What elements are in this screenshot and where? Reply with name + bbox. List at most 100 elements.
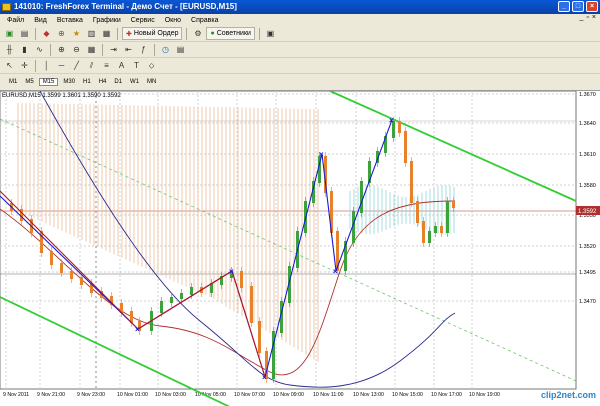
menu-tools[interactable]: Сервис — [126, 17, 160, 24]
autoscroll-icon[interactable]: ⇥ — [107, 43, 120, 56]
price-tick-label: 1.3580 — [579, 183, 596, 189]
line-chart-icon[interactable]: ∿ — [33, 43, 46, 56]
candle-body — [180, 293, 183, 299]
channel-icon[interactable]: ⫽ — [85, 59, 98, 72]
chart-shift-icon[interactable]: ⇤ — [122, 43, 135, 56]
time-tick-label: 10 Nov 03:00 — [155, 392, 186, 398]
chart-grid — [0, 90, 577, 390]
minimize-button[interactable]: _ — [558, 1, 570, 12]
time-axis: 9 Nov 2011 9 Nov 21:00 9 Nov 23:00 10 Nov 0… — [3, 392, 500, 398]
zigzag-marker: × — [319, 150, 324, 159]
tf-m5[interactable]: M5 — [22, 79, 36, 85]
crosshair-icon[interactable]: ✛ — [18, 59, 31, 72]
zoom-out-icon[interactable]: ⊖ — [70, 43, 83, 56]
data-window-icon[interactable]: ⊕ — [55, 27, 68, 40]
expert-advisors-button[interactable]: ● Советники — [206, 27, 255, 40]
mdi-minimize-icon[interactable]: _ — [580, 14, 584, 21]
time-tick-label: 10 Nov 09:00 — [273, 392, 304, 398]
tester-icon[interactable]: ▦ — [100, 27, 113, 40]
new-order-icon: ✚ — [126, 30, 132, 38]
app-icon — [2, 3, 11, 11]
candle-body — [428, 231, 431, 243]
tf-m1[interactable]: M1 — [6, 79, 20, 85]
candle-body — [60, 263, 63, 273]
price-chart[interactable]: 1.36701.36401.36101.35801.35501.35201.34… — [0, 90, 600, 406]
zigzag-marker: × — [333, 267, 338, 276]
zigzag-marker: × — [135, 325, 140, 334]
menu-window[interactable]: Окно — [160, 17, 186, 24]
profiles-icon[interactable]: ▤ — [18, 27, 31, 40]
menu-insert[interactable]: Вставка — [52, 17, 88, 24]
time-tick-label: 10 Nov 11:00 — [313, 392, 344, 398]
tf-d1[interactable]: D1 — [111, 79, 125, 85]
plot-area — [0, 90, 577, 390]
market-watch-icon[interactable]: ◆ — [40, 27, 53, 40]
charts-toolbar: ╫ ▮ ∿ ⊕ ⊖ ▦ ⇥ ⇤ ƒ ◷ ▤ — [0, 42, 600, 58]
fibonacci-icon[interactable]: ≡ — [100, 59, 113, 72]
menu-file[interactable]: Файл — [2, 17, 29, 24]
menu-help[interactable]: Справка — [186, 17, 223, 24]
indicators-icon[interactable]: ƒ — [137, 43, 150, 56]
time-tick-label: 10 Nov 01:00 — [117, 392, 148, 398]
horizontal-line-icon[interactable]: ─ — [55, 59, 68, 72]
candle-body — [50, 251, 53, 265]
mdi-restore-icon[interactable]: ▫ — [586, 14, 588, 21]
price-axis: 1.36701.36401.36101.35801.35501.35201.34… — [576, 92, 600, 305]
tf-mn[interactable]: MN — [144, 79, 159, 85]
options-icon[interactable]: ▣ — [264, 27, 277, 40]
candle-body — [258, 321, 261, 353]
zoom-in-icon[interactable]: ⊕ — [55, 43, 68, 56]
menu-view[interactable]: Вид — [29, 17, 52, 24]
mdi-close-icon[interactable]: × — [592, 14, 596, 21]
maximize-button[interactable]: □ — [572, 1, 584, 12]
cursor-icon[interactable]: ↖ — [3, 59, 16, 72]
tf-w1[interactable]: W1 — [127, 79, 142, 85]
tf-m15[interactable]: M15 — [38, 78, 59, 86]
candle-body — [250, 286, 253, 323]
tf-h4[interactable]: H4 — [96, 79, 110, 85]
candle-body — [190, 287, 193, 295]
new-chart-icon[interactable]: ▣ — [3, 27, 16, 40]
candle-body — [160, 301, 163, 313]
zigzag-marker: × — [389, 116, 394, 125]
close-button[interactable]: × — [586, 1, 598, 12]
time-tick-label: 10 Nov 15:00 — [392, 392, 423, 398]
time-tick-label: 10 Nov 07:00 — [234, 392, 265, 398]
candle-body — [452, 201, 455, 208]
bar-chart-icon[interactable]: ╫ — [3, 43, 16, 56]
zigzag-marker: × — [262, 373, 267, 382]
advisors-icon: ● — [210, 30, 215, 37]
price-tick-label: 1.3520 — [579, 244, 596, 250]
candle-body — [404, 131, 407, 163]
arrows-icon[interactable]: ⬦ — [145, 59, 158, 72]
label-icon[interactable]: T — [130, 59, 143, 72]
candle-body — [440, 226, 443, 233]
line-studies-toolbar: ↖ ✛ │ ─ ╱ ⫽ ≡ A T ⬦ — [0, 58, 600, 74]
templates-icon[interactable]: ▤ — [174, 43, 187, 56]
window-title: 141010: FreshForex Terminal - Демо Счет … — [14, 2, 237, 11]
tile-windows-icon[interactable]: ▦ — [85, 43, 98, 56]
menu-charts[interactable]: Графики — [88, 17, 126, 24]
tf-h1[interactable]: H1 — [80, 79, 94, 85]
candle-body — [446, 201, 449, 233]
watermark: clip2net.com — [541, 390, 597, 400]
trendline-icon[interactable]: ╱ — [70, 59, 83, 72]
candle-body — [434, 226, 437, 233]
periods-icon[interactable]: ◷ — [159, 43, 172, 56]
terminal-icon[interactable]: ▥ — [85, 27, 98, 40]
time-tick-label: 10 Nov 13:00 — [353, 392, 384, 398]
zigzag-marker: × — [229, 267, 234, 276]
candlestick-icon[interactable]: ▮ — [18, 43, 31, 56]
text-icon[interactable]: A — [115, 59, 128, 72]
title-bar: 141010: FreshForex Terminal - Демо Счет … — [0, 0, 600, 14]
metaeditor-icon[interactable]: ⚙ — [191, 27, 204, 40]
candle-body — [422, 221, 425, 243]
navigator-icon[interactable]: ★ — [70, 27, 83, 40]
price-tick-label: 1.3495 — [579, 270, 596, 276]
chart-window[interactable]: 1.3670 1.3640 1.3610 1.3580 1.3550 1.3520 1.34… — [0, 90, 600, 406]
vertical-line-icon[interactable]: │ — [40, 59, 53, 72]
time-tick-label: 10 Nov 17:00 — [431, 392, 462, 398]
new-order-button[interactable]: ✚ Новый Ордер — [122, 27, 183, 40]
timeframe-toolbar: M1 M5 M15 M30 H1 H4 D1 W1 MN — [0, 74, 600, 90]
tf-m30[interactable]: M30 — [60, 79, 78, 85]
